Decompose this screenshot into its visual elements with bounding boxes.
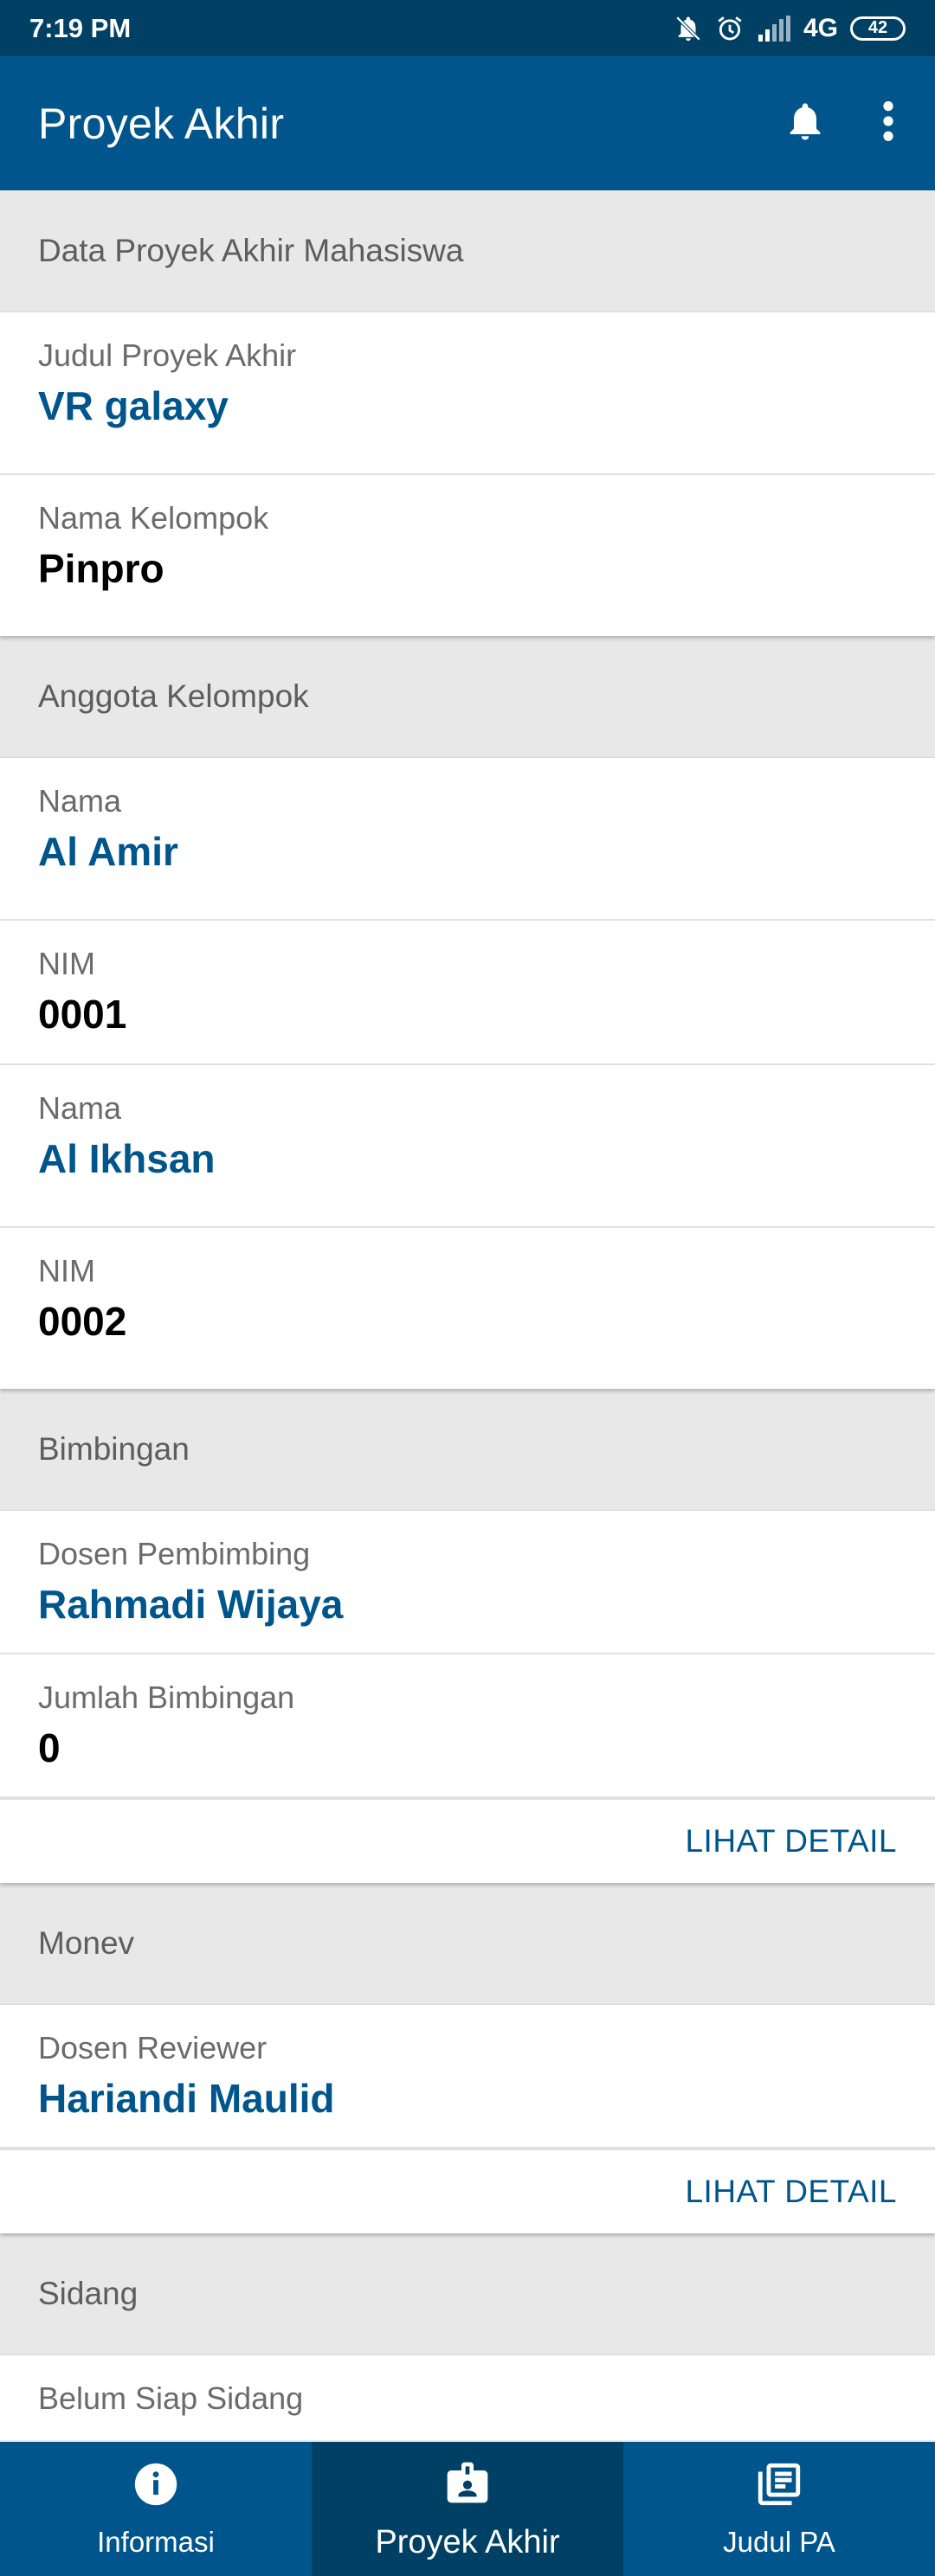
card-sidang: Belum Siap Sidang — [0, 2354, 935, 2440]
field-member-1-nim: NIM 0001 — [0, 921, 935, 1065]
section-header-monev: Monev — [38, 1925, 135, 1961]
field-value: 0002 — [38, 1298, 127, 1344]
field-dosen-reviewer: Dosen Reviewer Hariandi Maulid — [0, 2005, 935, 2149]
field-value: Al Ikhsan — [38, 1135, 216, 1181]
status-bar: 7:19 PM 4G 42 — [0, 0, 935, 56]
field-value: Rahmadi Wijaya — [38, 1581, 344, 1627]
nav-label: Proyek Akhir — [375, 2523, 560, 2560]
battery-level: 42 — [867, 18, 888, 37]
field-label: Nama Kelompok — [38, 500, 269, 536]
section-header-bimbingan: Bimbingan — [38, 1431, 190, 1467]
field-label: Dosen Pembimbing — [38, 1536, 311, 1571]
status-icons: 4G 42 — [674, 14, 906, 43]
field-value: VR galaxy — [38, 382, 229, 428]
app-bar-actions — [783, 97, 897, 150]
app-bar: Proyek Akhir — [0, 56, 935, 190]
field-dosen-pembimbing: Dosen Pembimbing Rahmadi Wijaya — [0, 1511, 935, 1654]
field-sidang-status: Belum Siap Sidang — [0, 2355, 935, 2440]
card-monev: Dosen Reviewer Hariandi Maulid LIHAT DET… — [0, 2004, 935, 2233]
battery-icon: 42 — [850, 16, 906, 41]
network-type: 4G — [803, 13, 838, 42]
field-value: Hariandi Maulid — [38, 2075, 335, 2121]
more-vertical-icon[interactable] — [880, 99, 897, 148]
status-time: 7:19 PM — [29, 12, 132, 43]
field-member-2-nim: NIM 0002 — [0, 1228, 935, 1389]
lihat-detail-bimbingan-button[interactable]: LIHAT DETAIL — [685, 1823, 897, 1860]
page-title: Proyek Akhir — [38, 99, 285, 148]
field-label: Dosen Reviewer — [38, 2030, 268, 2065]
field-value: 0001 — [38, 991, 127, 1037]
nav-item-judul-pa[interactable]: Judul PA — [623, 2442, 935, 2576]
field-judul: Judul Proyek Akhir VR galaxy — [0, 312, 935, 475]
field-kelompok: Nama Kelompok Pinpro — [0, 475, 935, 636]
info-icon — [131, 2459, 181, 2514]
nav-item-proyek-akhir[interactable]: Proyek Akhir — [312, 2442, 623, 2576]
field-label: NIM — [38, 1253, 95, 1288]
nav-label: Judul PA — [723, 2526, 835, 2558]
field-value: Al Amir — [38, 828, 178, 874]
monev-action-row: LIHAT DETAIL — [0, 2149, 935, 2233]
signal-icon — [757, 15, 791, 42]
main-content: Data Proyek Akhir Mahasiswa Judul Proyek… — [0, 190, 935, 2440]
badge-icon — [443, 2457, 492, 2512]
bimbingan-action-row: LIHAT DETAIL — [0, 1798, 935, 1883]
field-label: Judul Proyek Akhir — [38, 337, 297, 373]
field-jumlah-bimbingan: Jumlah Bimbingan 0 — [0, 1654, 935, 1798]
nav-label: Informasi — [97, 2526, 215, 2558]
bell-icon[interactable] — [783, 97, 828, 150]
lihat-detail-monev-button[interactable]: LIHAT DETAIL — [685, 2174, 897, 2210]
notifications-off-icon — [674, 14, 703, 43]
field-value: Pinpro — [38, 545, 164, 591]
card-data-proyek: Judul Proyek Akhir VR galaxy Nama Kelomp… — [0, 312, 935, 636]
section-header-anggota: Anggota Kelompok — [38, 678, 309, 714]
field-label: Nama — [38, 783, 122, 819]
nav-item-informasi[interactable]: Informasi — [0, 2442, 312, 2576]
field-label: Belum Siap Sidang — [38, 2380, 304, 2416]
field-label: NIM — [38, 946, 95, 981]
section-header-data: Data Proyek Akhir Mahasiswa — [38, 233, 464, 268]
field-member-2-nama: Nama Al Ikhsan — [0, 1065, 935, 1228]
card-bimbingan: Dosen Pembimbing Rahmadi Wijaya Jumlah B… — [0, 1510, 935, 1883]
bottom-nav: Informasi Proyek Akhir Judul PA — [0, 2442, 935, 2576]
field-label: Jumlah Bimbingan — [38, 1680, 295, 1715]
alarm-icon — [715, 14, 745, 43]
field-value: 0 — [38, 1725, 61, 1770]
library-books-icon — [754, 2459, 804, 2514]
section-header-sidang: Sidang — [38, 2276, 139, 2311]
field-label: Nama — [38, 1090, 122, 1126]
field-member-1-nama: Nama Al Amir — [0, 758, 935, 921]
card-anggota: Nama Al Amir NIM 0001 Nama Al Ikhsan NIM… — [0, 757, 935, 1389]
